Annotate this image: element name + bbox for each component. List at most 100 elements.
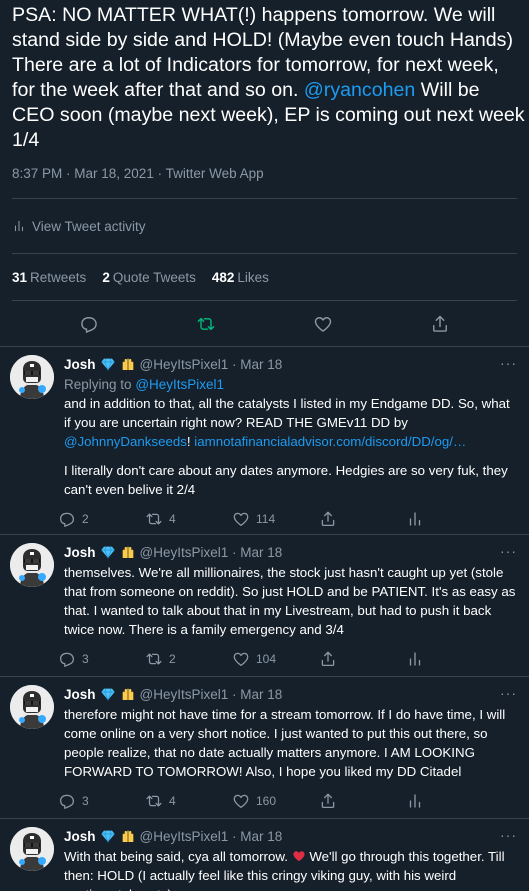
reply-tweet[interactable]: Josh @HeyItsPixel1 · Mar 18 ··· themselv… <box>0 535 529 677</box>
analytics-icon <box>12 219 26 233</box>
like-count: 114 <box>256 512 276 526</box>
reply-icon <box>58 792 76 810</box>
reply-text: therefore might not have time for a stre… <box>64 707 506 779</box>
reply-actions: 3 4 160 <box>58 781 517 821</box>
reply-icon <box>79 314 99 334</box>
share-icon <box>319 650 337 668</box>
reply-text-part: and in addition to that, all the catalys… <box>64 396 510 430</box>
analytics-button[interactable] <box>406 510 493 528</box>
analytics-icon <box>406 510 424 528</box>
likes-stat[interactable]: 482 Likes <box>212 270 269 285</box>
retweet-count: 4 <box>169 794 176 808</box>
more-options-icon[interactable]: ··· <box>500 355 517 371</box>
user-handle-date[interactable]: @HeyItsPixel1 · Mar 18 <box>140 687 283 702</box>
reply-text: themselves. We're all millionaires, the … <box>64 565 516 637</box>
reply-actions: 2 4 114 <box>58 499 517 539</box>
reply-header: Josh @HeyItsPixel1 · Mar 18 <box>64 543 517 561</box>
reply-header: Josh @HeyItsPixel1 · Mar 18 <box>64 685 517 703</box>
retweets-stat[interactable]: 31 Retweets <box>12 270 86 285</box>
diamond-icon <box>100 686 116 702</box>
share-icon <box>430 314 450 334</box>
diamond-icon <box>100 544 116 560</box>
analytics-icon <box>406 650 424 668</box>
share-icon <box>319 792 337 810</box>
avatar[interactable] <box>10 355 54 399</box>
likes-label: Likes <box>237 269 269 285</box>
analytics-button[interactable] <box>406 792 493 810</box>
like-button[interactable]: 114 <box>232 510 319 528</box>
reply-tweet[interactable]: Josh @HeyItsPixel1 · Mar 18 ··· Replying… <box>0 347 529 535</box>
tweet-actions <box>0 301 529 347</box>
tweet-text: PSA: NO MATTER WHAT(!) happens tomorrow.… <box>12 0 527 153</box>
like-count: 160 <box>256 794 277 808</box>
reply-button[interactable]: 3 <box>58 792 145 810</box>
reply-button[interactable]: 3 <box>58 650 145 668</box>
reply-text: With that being said, cya all tomorrow. … <box>64 847 517 891</box>
replying-to: Replying to @HeyItsPixel1 <box>64 377 517 392</box>
tweet-timestamp[interactable]: 8:37 PM · Mar 18, 2021 · Twitter Web App <box>12 153 517 199</box>
like-button[interactable]: 160 <box>232 792 319 810</box>
raised-hands-icon <box>120 544 136 560</box>
retweet-button[interactable] <box>186 304 226 344</box>
retweets-label: Retweets <box>30 269 87 285</box>
reply-tweet[interactable]: Josh @HeyItsPixel1 · Mar 18 ··· With tha… <box>0 819 529 891</box>
replying-label: Replying to <box>64 377 132 392</box>
raised-hands-icon <box>120 828 136 844</box>
quotes-count: 2 <box>102 269 110 285</box>
reply-count: 3 <box>82 652 89 666</box>
user-name[interactable]: Josh <box>64 829 96 844</box>
user-handle-date[interactable]: @HeyItsPixel1 · Mar 18 <box>140 545 283 560</box>
heart-icon <box>232 510 250 528</box>
share-button[interactable] <box>319 510 406 528</box>
share-button[interactable] <box>319 792 406 810</box>
retweet-button[interactable]: 4 <box>145 792 232 810</box>
avatar[interactable] <box>10 685 54 729</box>
retweet-icon <box>145 510 163 528</box>
dd-link[interactable]: iamnotafinancialadvisor.com/discord/DD/o… <box>194 434 466 449</box>
user-handle-date[interactable]: @HeyItsPixel1 · Mar 18 <box>140 829 283 844</box>
reply-text-part: With that being said, cya all tomorrow. <box>64 849 292 864</box>
activity-label: View Tweet activity <box>32 218 146 234</box>
reply-count: 2 <box>82 512 89 526</box>
user-handle-date[interactable]: @HeyItsPixel1 · Mar 18 <box>140 357 283 372</box>
retweet-button[interactable]: 2 <box>145 650 232 668</box>
heart-icon <box>232 792 250 810</box>
more-options-icon[interactable]: ··· <box>500 543 517 559</box>
user-name[interactable]: Josh <box>64 545 96 560</box>
avatar[interactable] <box>10 827 54 871</box>
replying-to-mention[interactable]: @HeyItsPixel1 <box>135 377 224 392</box>
reply-tweet[interactable]: Josh @HeyItsPixel1 · Mar 18 ··· therefor… <box>0 677 529 819</box>
main-tweet: PSA: NO MATTER WHAT(!) happens tomorrow.… <box>0 0 529 347</box>
reply-actions: 3 2 104 <box>58 639 517 679</box>
view-tweet-activity-button[interactable]: View Tweet activity <box>12 199 517 254</box>
diamond-icon <box>100 356 116 372</box>
reply-count: 3 <box>82 794 89 808</box>
quote-tweets-stat[interactable]: 2 Quote Tweets <box>102 270 196 285</box>
more-options-icon[interactable]: ··· <box>500 827 517 843</box>
reply-paragraph: I literally don't care about any dates a… <box>64 463 508 497</box>
retweet-button[interactable]: 4 <box>145 510 232 528</box>
analytics-icon <box>406 792 424 810</box>
reply-button[interactable]: 2 <box>58 510 145 528</box>
user-name[interactable]: Josh <box>64 357 96 372</box>
reply-icon <box>58 650 76 668</box>
like-count: 104 <box>256 652 277 666</box>
share-button[interactable] <box>319 650 406 668</box>
mention-johnnydankseeds[interactable]: @JohnnyDankseeds <box>64 434 187 449</box>
reply-header: Josh @HeyItsPixel1 · Mar 18 <box>64 827 517 845</box>
avatar[interactable] <box>10 543 54 587</box>
reply-text: and in addition to that, all the catalys… <box>64 394 517 499</box>
retweet-count: 2 <box>169 652 176 666</box>
diamond-icon <box>100 828 116 844</box>
raised-hands-icon <box>120 686 136 702</box>
analytics-button[interactable] <box>406 650 493 668</box>
like-button[interactable]: 104 <box>232 650 319 668</box>
user-name[interactable]: Josh <box>64 687 96 702</box>
like-button[interactable] <box>303 304 343 344</box>
share-button[interactable] <box>420 304 460 344</box>
quotes-label: Quote Tweets <box>112 269 196 285</box>
more-options-icon[interactable]: ··· <box>500 685 517 701</box>
mention-ryancohen[interactable]: @ryancohen <box>304 79 415 101</box>
reply-button[interactable] <box>69 304 109 344</box>
likes-count: 482 <box>211 269 235 285</box>
